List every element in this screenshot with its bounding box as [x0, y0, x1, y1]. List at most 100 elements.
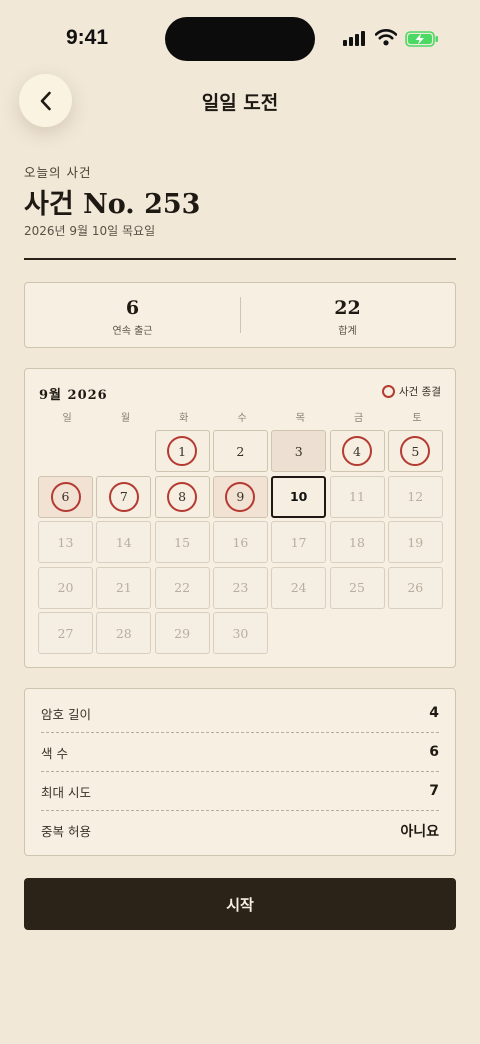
stat-streak: 6 연속 출근 [25, 283, 240, 347]
calendar-legend: 사건 종결 [382, 384, 441, 399]
day-number: 7 [119, 489, 128, 504]
rule-label: 최대 시도 [41, 784, 91, 800]
stat-streak-label: 연속 출근 [112, 326, 153, 337]
case-title: 사건 No. 253 [24, 189, 201, 220]
calendar-day-12: 12 [387, 475, 443, 518]
day-number: 15 [174, 534, 191, 550]
weekday-tue: 화 [179, 413, 189, 424]
wifi-icon [375, 29, 397, 46]
rule-duplicates: 중복 허용 아니요 [41, 811, 439, 850]
calendar-day-17: 17 [271, 521, 327, 563]
day-number: 21 [115, 580, 132, 595]
calendar-day-19: 19 [387, 521, 443, 563]
status-time: 9:41 [66, 26, 109, 49]
day-number: 8 [178, 489, 187, 504]
day-number: 4 [353, 443, 361, 459]
calendar-day-21: 21 [96, 566, 152, 609]
calendar-day-27: 27 [38, 612, 93, 654]
calendar-panel: 9월 2026 사건 종결 일 월 화 수 목 금 토 1 2 3 4 5 6 7 8 9 10 1… [24, 368, 456, 668]
dynamic-island [165, 17, 315, 61]
calendar-title: 9월 2026 [39, 388, 108, 403]
calendar-day-2[interactable]: 2 [212, 430, 268, 472]
calendar-day-10[interactable]: 10 [271, 475, 327, 518]
day-number: 1 [178, 443, 187, 459]
legend-label: 사건 종결 [399, 386, 441, 398]
rule-label: 암호 길이 [41, 706, 91, 722]
divider [24, 258, 456, 260]
calendar-day-26: 26 [387, 566, 443, 609]
rule-code-length: 암호 길이 4 [41, 694, 439, 733]
rule-max-attempts: 최대 시도 7 [41, 772, 439, 811]
red-ring-icon: 6 [50, 481, 81, 512]
calendar-day-15: 15 [154, 521, 210, 563]
day-number: 29 [174, 625, 191, 641]
day-number: 30 [232, 625, 249, 641]
start-button[interactable]: 시작 [24, 878, 456, 930]
calendar-day-13: 13 [38, 521, 93, 563]
day-number: 26 [407, 580, 424, 595]
calendar-day-7[interactable]: 7 [96, 475, 152, 518]
calendar-day-1[interactable]: 1 [154, 430, 210, 472]
day-number: 3 [294, 443, 303, 459]
weekday-thu: 목 [295, 413, 305, 424]
red-ring-icon: 9 [225, 481, 256, 512]
calendar-day-20: 20 [38, 566, 93, 609]
calendar-day-5[interactable]: 5 [387, 430, 443, 472]
calendar-day-4[interactable]: 4 [329, 430, 385, 472]
calendar-day-29: 29 [154, 612, 210, 654]
day-number: 9 [236, 489, 245, 504]
day-number: 12 [407, 489, 424, 504]
rule-value: 4 [429, 705, 439, 721]
calendar-day-9[interactable]: 9 [212, 475, 268, 518]
rule-value: 6 [429, 744, 439, 760]
battery-charging-icon [405, 31, 438, 47]
calendar-day-6[interactable]: 6 [38, 475, 93, 518]
day-number: 16 [232, 534, 249, 550]
day-number: 5 [411, 443, 420, 459]
calendar-day-23: 23 [212, 566, 268, 609]
calendar-day-18: 18 [329, 521, 385, 563]
stat-total: 22 합계 [240, 283, 455, 347]
red-ring-icon: 5 [400, 436, 431, 466]
calendar-day-22: 22 [154, 566, 210, 609]
day-number: 11 [349, 489, 365, 504]
weekday-fri: 금 [354, 413, 364, 424]
rule-label: 색 수 [41, 745, 68, 761]
stats-panel: 6 연속 출근 22 합계 [24, 282, 456, 348]
rules-panel: 암호 길이 4 색 수 6 최대 시도 7 중복 허용 아니요 [24, 688, 456, 856]
calendar-day-30: 30 [212, 612, 268, 654]
day-number: 10 [289, 489, 308, 504]
day-number: 13 [57, 534, 74, 550]
stat-total-value: 22 [334, 297, 361, 319]
day-number: 23 [232, 580, 249, 595]
day-number: 17 [290, 534, 307, 550]
red-ring-icon [382, 385, 396, 398]
red-ring-icon: 4 [342, 436, 372, 466]
calendar-day-11: 11 [329, 475, 385, 518]
page-title: 일일 도전 [201, 92, 279, 114]
calendar-day-3[interactable]: 3 [271, 430, 327, 472]
case-date: 2026년 9월 10일 목요일 [24, 224, 156, 238]
weekday-wed: 수 [237, 413, 247, 424]
case-subtitle: 오늘의 사건 [24, 165, 92, 180]
day-number: 18 [349, 534, 365, 550]
rule-value: 아니요 [400, 823, 439, 840]
rule-label: 중복 허용 [41, 824, 91, 839]
red-ring-icon: 8 [167, 481, 198, 512]
red-ring-icon: 7 [108, 481, 139, 512]
rule-color-count: 색 수 6 [41, 733, 439, 772]
calendar-day-8[interactable]: 8 [154, 475, 210, 518]
day-number: 6 [61, 489, 70, 504]
weekday-mon: 월 [120, 413, 131, 424]
rule-value: 7 [429, 783, 439, 799]
calendar-day-14: 14 [96, 521, 152, 563]
calendar-day-24: 24 [271, 566, 327, 609]
stat-total-label: 합계 [338, 326, 357, 337]
status-bar: 9:41 [0, 0, 480, 76]
day-number: 20 [57, 580, 74, 595]
day-number: 25 [349, 580, 365, 595]
weekday-sat: 토 [412, 413, 422, 424]
day-number: 28 [115, 625, 132, 641]
day-number: 2 [236, 443, 245, 459]
signal-icon [343, 30, 369, 46]
